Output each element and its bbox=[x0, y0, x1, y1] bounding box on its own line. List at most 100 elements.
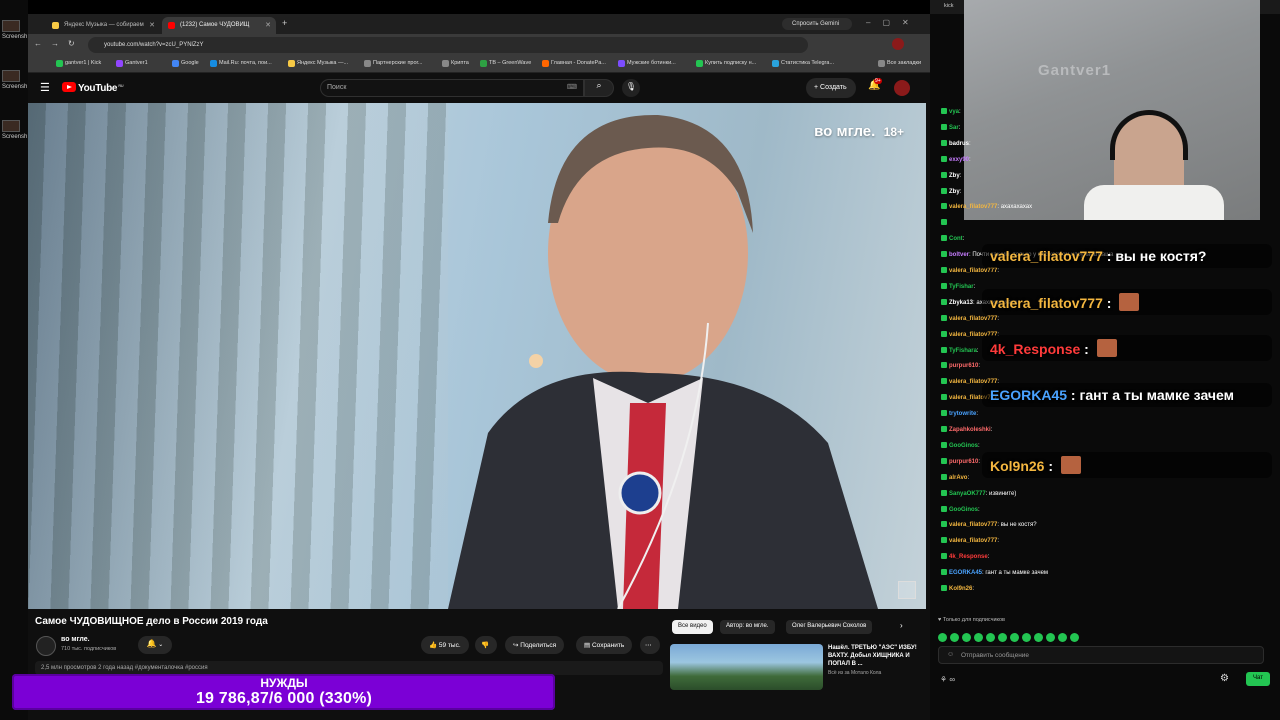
tab-youtube[interactable]: (1232) Самое ЧУДОВИЩ ✕ bbox=[162, 17, 276, 34]
chat-username[interactable]: boltver bbox=[949, 252, 969, 258]
chat-username[interactable]: Cont bbox=[949, 236, 963, 242]
chat-message-input[interactable]: Отправить сообщение ☺ bbox=[938, 646, 1264, 664]
bookmark-item[interactable]: Мужские ботинки... bbox=[618, 60, 676, 67]
video-player[interactable]: во мгле. 18+ bbox=[28, 103, 926, 609]
emote-icon[interactable] bbox=[1034, 633, 1043, 642]
nav-buttons[interactable]: ←→↻ bbox=[34, 39, 84, 48]
emote-icon[interactable] bbox=[974, 633, 983, 642]
chat-username[interactable]: Sar bbox=[949, 125, 959, 131]
keyboard-icon[interactable]: ⌨ bbox=[567, 83, 577, 91]
close-icon[interactable]: ✕ bbox=[265, 21, 271, 29]
bookmark-item[interactable]: Статистика Telegra... bbox=[772, 60, 834, 67]
search-button[interactable]: ⌕ bbox=[584, 79, 614, 97]
chat-username[interactable]: badrus bbox=[949, 141, 969, 147]
chat-username[interactable]: SanyaOK777 bbox=[949, 491, 986, 497]
chat-username[interactable]: exxy90 bbox=[949, 157, 969, 163]
bookmark-item[interactable]: Партнерские прог... bbox=[364, 60, 422, 67]
create-button[interactable]: + Создать bbox=[806, 78, 856, 98]
desktop-shortcut[interactable]: Screensh bbox=[2, 70, 27, 90]
chat-username[interactable]: EGORKA45 bbox=[949, 570, 982, 576]
bookmark-item[interactable]: Gantver1 bbox=[116, 60, 148, 67]
chat-username[interactable]: TyFishar bbox=[949, 284, 974, 290]
channel-avatar[interactable] bbox=[36, 636, 56, 656]
chat-username[interactable]: TyFishara bbox=[949, 348, 977, 354]
emote-icon[interactable] bbox=[1046, 633, 1055, 642]
new-tab-button[interactable]: + bbox=[282, 18, 287, 28]
like-button[interactable]: 👍 59 тыс. bbox=[421, 636, 469, 654]
chat-username[interactable]: alrAvo bbox=[949, 475, 967, 481]
chat-username[interactable]: purpur610 bbox=[949, 459, 978, 465]
chat-username[interactable]: 4k_Response bbox=[949, 554, 988, 560]
emoji-icon[interactable]: ☺ bbox=[947, 651, 954, 658]
chat-username[interactable]: Kol9n26 bbox=[949, 586, 972, 592]
chat-username[interactable]: valera_filatov777 bbox=[949, 522, 997, 528]
emote-icon[interactable] bbox=[1010, 633, 1019, 642]
bookmark-item[interactable]: Google bbox=[172, 60, 199, 67]
chat-username[interactable]: Zbyka13 bbox=[949, 300, 973, 306]
bookmark-item[interactable]: Купить подписку н... bbox=[696, 60, 756, 67]
channel-watermark-icon[interactable] bbox=[898, 581, 916, 599]
desktop-shortcut[interactable]: Screensh bbox=[2, 120, 27, 140]
chat-username[interactable]: valera_filatov777 bbox=[949, 268, 997, 274]
channel-name[interactable]: во мгле. bbox=[61, 636, 90, 643]
bookmark-item[interactable]: Яндекс Музыка —... bbox=[288, 60, 348, 67]
recommendation-title[interactable]: Нашёл. ТРЕТЬЮ "АЭС" ИЗБУ! ВАХТУ. Добыл Х… bbox=[828, 644, 923, 668]
chip-all-videos[interactable]: Все видео bbox=[672, 620, 713, 634]
bookmark-item[interactable]: Mail.Ru: почта, пои... bbox=[210, 60, 272, 67]
share-button[interactable]: ↪ Поделиться bbox=[505, 636, 565, 654]
desktop-shortcut[interactable]: Screensh bbox=[2, 20, 27, 40]
emote-icon[interactable] bbox=[962, 633, 971, 642]
subscription-bell-button[interactable]: 🔔 ⌄ bbox=[138, 636, 172, 654]
emote-icon[interactable] bbox=[998, 633, 1007, 642]
chat-message: Zby: bbox=[941, 187, 961, 195]
chat-users-icon[interactable]: ⚘ ∞ bbox=[940, 675, 955, 684]
dislike-button[interactable]: 👎 bbox=[475, 636, 497, 654]
bookmark-item[interactable]: Все закладки bbox=[878, 60, 921, 67]
send-chat-button[interactable]: Чат bbox=[1246, 672, 1270, 686]
chat-username[interactable]: Zby bbox=[949, 189, 960, 195]
emote-icon[interactable] bbox=[1058, 633, 1067, 642]
chip-topic[interactable]: Олег Валерьевич Соколов bbox=[786, 620, 873, 634]
chat-username[interactable]: purpur610 bbox=[949, 363, 978, 369]
chat-username[interactable]: GooGinos bbox=[949, 443, 978, 449]
chevron-right-icon[interactable]: › bbox=[900, 621, 903, 630]
chat-username[interactable]: valera_filatov777 bbox=[949, 316, 997, 322]
close-icon[interactable]: ✕ bbox=[149, 21, 155, 29]
bookmark-item[interactable]: TB – GreenWave bbox=[480, 60, 531, 67]
chat-username[interactable]: trytowrite bbox=[949, 411, 976, 417]
emote-icon[interactable] bbox=[1070, 633, 1079, 642]
chat-message: valera_filatov777: bbox=[941, 314, 999, 322]
chat-username[interactable]: GooGinos bbox=[949, 507, 978, 513]
chat-username[interactable]: Zapahkoleshki bbox=[949, 427, 991, 433]
url-input[interactable]: youtube.com/watch?v=zcU_PYNlZzY bbox=[88, 37, 808, 53]
notifications-icon[interactable]: 🔔 9+ bbox=[868, 78, 882, 91]
emote-icon[interactable] bbox=[986, 633, 995, 642]
video-description[interactable]: 2,5 млн просмотров 2 года назад #докумен… bbox=[35, 661, 663, 675]
window-controls[interactable]: –▢✕ bbox=[866, 18, 921, 27]
search-input[interactable]: Поиск ⌨ bbox=[320, 79, 584, 97]
chat-username[interactable]: vya bbox=[949, 109, 959, 115]
emote-quickbar[interactable] bbox=[938, 629, 1082, 642]
profile-avatar[interactable] bbox=[892, 38, 904, 50]
chat-username[interactable]: valera_filatov777 bbox=[949, 204, 997, 210]
donation-goal-amount: 19 786,87/6 000 (330%) bbox=[195, 690, 373, 707]
chat-username[interactable]: Zby bbox=[949, 173, 960, 179]
bookmark-item[interactable]: gantver1 | Kick bbox=[56, 60, 101, 67]
emote-icon[interactable] bbox=[950, 633, 959, 642]
menu-icon[interactable]: ☰ bbox=[40, 81, 50, 94]
more-actions-button[interactable]: ⋯ bbox=[640, 636, 660, 654]
chip-author[interactable]: Автор: во мгле. bbox=[720, 620, 775, 634]
gear-icon[interactable]: ⚙ bbox=[1220, 673, 1229, 684]
tab-yandex-music[interactable]: Яндекс Музыка — собираем ✕ bbox=[46, 17, 160, 34]
recommendation-thumbnail[interactable] bbox=[670, 644, 823, 690]
voice-search-button[interactable]: 🎙 bbox=[622, 79, 640, 97]
emote-icon[interactable] bbox=[938, 633, 947, 642]
youtube-logo[interactable]: YouTubeRU bbox=[62, 82, 124, 94]
bookmark-item[interactable]: Главная - DonatePa... bbox=[542, 60, 606, 67]
emote-icon[interactable] bbox=[1022, 633, 1031, 642]
save-button[interactable]: ▤ Сохранить bbox=[576, 636, 633, 654]
account-avatar[interactable] bbox=[894, 80, 910, 96]
gemini-button[interactable]: Спросить Gemini bbox=[782, 18, 852, 30]
bookmark-item[interactable]: Крипта bbox=[442, 60, 469, 67]
chat-username[interactable]: valera_filatov777 bbox=[949, 538, 997, 544]
